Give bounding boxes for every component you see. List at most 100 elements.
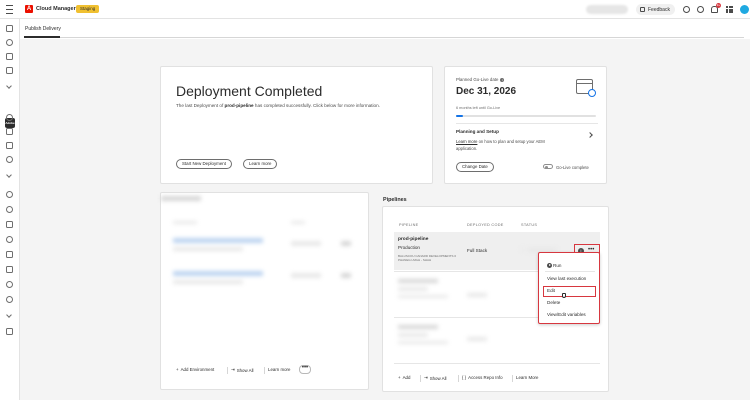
info-icon[interactable]: i [500,77,505,82]
collapse-chevron-icon[interactable] [6,83,12,89]
add-environment-button[interactable]: + Add Environment [176,367,214,372]
menu-item-view-edit-variables[interactable]: View/Edit variables [547,312,586,317]
globe-icon[interactable] [6,156,13,163]
feedback-button[interactable]: Feedback [636,4,675,15]
settings-icon[interactable] [6,206,13,213]
environments-footer: + Add Environment ⇥ Show All Learn more … [161,363,368,383]
cards-icon[interactable] [6,53,13,60]
bell-icon[interactable] [6,114,13,121]
row-divider [394,363,600,364]
help-icon[interactable] [697,6,704,13]
pipeline-type: Production [398,245,420,250]
lock-icon[interactable] [6,221,13,228]
environments-card: + Add Environment ⇥ Show All Learn more … [160,192,369,390]
golive-divider [456,123,598,124]
golive-complete-label: Go-Live complete [556,165,589,170]
golive-label-text: Planned Go-Live date [456,77,499,82]
access-repo-info-button[interactable]: { } Access Repo Info [462,375,503,380]
top-bar: A Cloud Manager Staging Feedback 9+ [0,0,750,19]
home-icon[interactable] [6,25,13,32]
planning-learn-more-link[interactable]: Learn more [456,139,477,144]
active-tab-indicator [24,36,60,38]
menu-item-edit[interactable]: Edit [547,288,555,293]
desc-pipeline: prod-pipeline [224,103,254,108]
share-icon[interactable] [6,128,13,135]
env-show-all-label: Show All [236,367,254,373]
menu-item-delete[interactable]: Delete [547,300,560,305]
hamburger-menu-icon[interactable] [6,5,13,14]
access-repo-info-label: Access Repo Info [468,375,503,380]
pipeline-name: prod-pipeline [398,237,429,242]
left-rail: Adobe [0,19,20,400]
deployment-learn-more-button[interactable]: Learn more [243,159,278,169]
notification-count-badge: 9+ [716,3,721,8]
separator [227,367,228,374]
desc-suffix: has completed successfully. Click below … [253,103,380,108]
deployment-description: The last Deployment of prod-pipeline has… [176,103,431,108]
asterisk-icon[interactable] [6,296,13,303]
link-icon[interactable] [6,39,13,46]
pipelines-learn-more-button[interactable]: Learn More [516,375,538,380]
play-icon [547,262,552,268]
env-learn-more-button[interactable]: Learn more [268,367,290,372]
collapse-chevron-icon[interactable] [6,312,12,318]
tab-publish-delivery[interactable]: Publish Delivery [25,26,61,32]
show-all-icon: ⇥ [231,367,235,372]
golive-label: Planned Go-Live date i [456,77,505,82]
planning-setup-title: Planning and Setup [456,129,499,134]
pipeline-actions-menu: Run View last execution Edit Delete View… [538,252,600,324]
column-header-deployed-code: DEPLOYED CODE [467,223,504,227]
sub-navigation: Publish Delivery [20,19,750,39]
golive-progress-fill [456,115,463,117]
folder-icon[interactable] [6,142,13,149]
deployment-card: Deployment Completed The last Deployment… [160,66,433,184]
column-header-status: STATUS [521,223,538,227]
collapse-chevron-icon[interactable] [6,172,12,178]
pointer-cursor-icon [562,293,566,298]
pipeline-meta: BALUSCOU CANARD DEVELOPMENTS 0 PHANEG LM… [398,254,457,262]
apps-grid-icon[interactable] [726,6,733,13]
env-more-actions-button[interactable]: ••• [299,365,311,374]
calendar-check-icon [588,89,596,97]
star-icon[interactable] [6,236,13,243]
golive-complete-toggle[interactable] [543,164,553,169]
menu-divider [545,271,595,272]
pipelines-footer: + Add ⇥ Show All { } Access Repo Info Le… [383,371,608,391]
add-environment-label: Add Environment [180,367,215,372]
document-icon[interactable] [6,251,13,258]
subnav-divider [24,37,744,38]
separator [420,375,421,382]
pipelines-show-all-label: Show All [429,375,447,381]
separator [264,367,265,374]
env-show-all-button[interactable]: ⇥ Show All [231,367,254,373]
pipelines-show-all-button[interactable]: ⇥ Show All [424,375,447,381]
environment-badge: Staging [76,5,100,13]
chevron-right-icon[interactable] [587,132,593,138]
plus-icon: + [398,375,401,380]
pipelines-heading: Pipelines [383,197,407,203]
separator [512,375,513,382]
book-icon[interactable] [6,328,13,335]
chat-icon[interactable] [683,6,690,13]
layers-icon[interactable] [6,67,13,74]
user-avatar[interactable] [740,5,749,14]
box-icon[interactable] [6,266,13,273]
program-selector[interactable] [586,5,628,14]
add-pipeline-button[interactable]: + Add [398,375,410,380]
column-header-pipeline: PIPELINE [399,223,419,227]
change-date-button[interactable]: Change Date [456,162,494,172]
database-icon[interactable] [6,191,13,198]
golive-progress-track [456,115,596,117]
menu-item-view-last-execution[interactable]: View last execution [547,276,586,281]
history-icon[interactable] [6,281,13,288]
planning-setup-description: Learn more on how to plan and setup your… [456,139,556,152]
feedback-icon [640,7,645,12]
deployment-title: Deployment Completed [176,83,323,99]
add-pipeline-label: Add [402,375,411,380]
pipeline-deployed-code: Full Stack [467,248,488,253]
start-new-deployment-button[interactable]: Start New Deployment [176,159,232,169]
separator [458,375,459,382]
repo-icon: { } [462,375,467,380]
menu-item-run[interactable]: Run [553,263,561,268]
show-all-icon: ⇥ [424,375,428,380]
